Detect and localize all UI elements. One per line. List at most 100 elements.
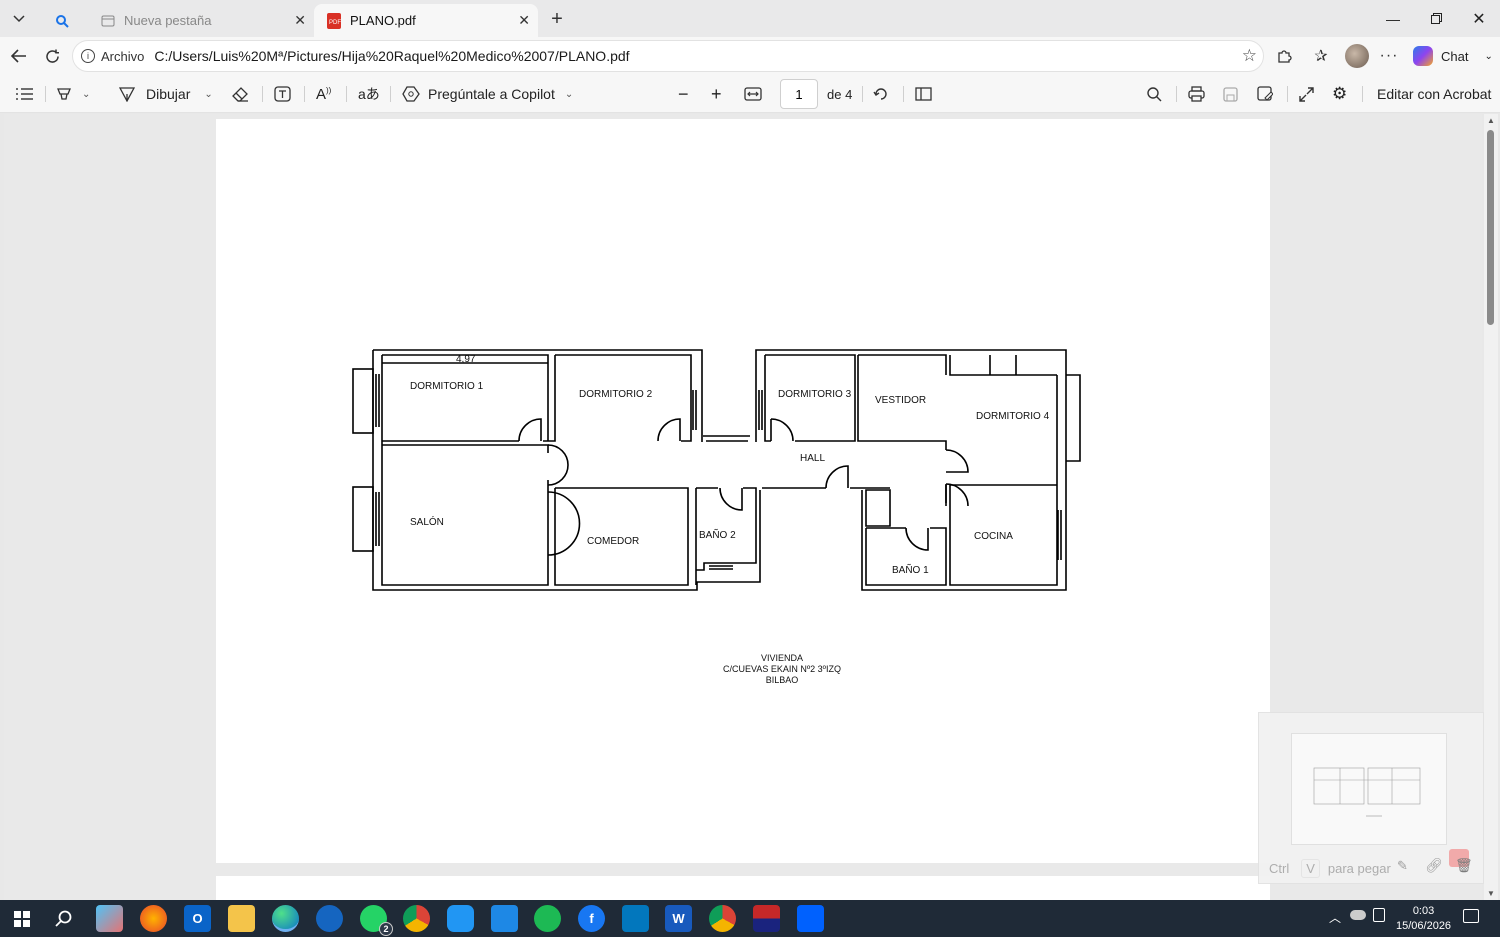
chevron-down-icon[interactable]: ⌄: [82, 89, 90, 100]
room-label: BAÑO 2: [699, 528, 736, 541]
rotate-button[interactable]: [873, 75, 889, 113]
tab-search[interactable]: [42, 4, 88, 37]
app-icon-blue-circle[interactable]: [316, 905, 343, 932]
extensions-button[interactable]: [1268, 37, 1300, 75]
date: 15/06/2026: [1396, 920, 1452, 932]
rotate-icon: [873, 88, 887, 100]
translate-button[interactable]: aあ: [358, 75, 380, 113]
expand-icon: [1299, 86, 1314, 102]
search-icon: [54, 13, 70, 29]
save-button[interactable]: [1223, 75, 1238, 113]
new-tab-button[interactable]: +: [544, 6, 570, 32]
taskbar: O 2 f W ︿ 0:03 15/06/2026: [0, 900, 1500, 937]
close-icon[interactable]: ✕: [518, 12, 530, 29]
save-as-button[interactable]: [1257, 75, 1273, 113]
time: 0:03: [1412, 905, 1435, 917]
tab-plano-pdf[interactable]: PDF PLANO.pdf ✕: [314, 4, 538, 37]
more-icon: ···: [1379, 47, 1399, 64]
info-icon[interactable]: i: [81, 49, 95, 63]
app-icon-store[interactable]: [491, 905, 518, 932]
add-text-button[interactable]: [274, 75, 291, 113]
fullscreen-button[interactable]: [1299, 75, 1314, 113]
door-swing: [547, 491, 581, 556]
taskbar-search-button[interactable]: [50, 905, 77, 932]
room-label: DORMITORIO 1: [410, 381, 484, 392]
read-aloud-button[interactable]: A)): [316, 75, 331, 113]
address-url[interactable]: C:/Users/Luis%20Mª/Pictures/Hija%20Raque…: [154, 48, 629, 64]
paste-hint: Ctrl V para pegar: [1269, 859, 1391, 878]
edit-acrobat-button[interactable]: Editar con Acrobat: [1377, 75, 1491, 113]
page-view-button[interactable]: [915, 75, 932, 113]
copilot-chat-button[interactable]: Chat ⌄: [1413, 45, 1493, 67]
chevron-down-icon[interactable]: ⌄: [204, 89, 212, 100]
room-label: DORMITORIO 3: [778, 389, 852, 400]
caption-line: C/CUEVAS EKAIN Nº2 3ºIZQ: [723, 664, 841, 674]
spotify-icon[interactable]: [534, 905, 561, 932]
zoom-out-button[interactable]: −: [678, 75, 689, 113]
minimize-button[interactable]: —: [1371, 0, 1415, 37]
scrollbar-thumb[interactable]: [1487, 130, 1494, 325]
close-window-button[interactable]: ✕: [1457, 0, 1500, 37]
fit-page-button[interactable]: [744, 75, 762, 113]
network-icon[interactable]: [1373, 908, 1385, 922]
link-icon[interactable]: 🔗︎: [1425, 857, 1443, 874]
highlight-button[interactable]: ⌄: [56, 75, 90, 113]
app-icon-cloud[interactable]: [447, 905, 474, 932]
zoom-in-button[interactable]: +: [711, 75, 722, 113]
trash-icon[interactable]: 🗑︎: [1455, 857, 1473, 874]
chrome-profile-icon[interactable]: [709, 905, 736, 932]
restore-button[interactable]: [1414, 0, 1458, 37]
contents-button[interactable]: [16, 75, 34, 113]
scroll-down-icon[interactable]: ▼: [1487, 889, 1495, 898]
new-tab-icon: [100, 13, 116, 29]
dropbox-icon[interactable]: [797, 905, 824, 932]
chat-label: Chat: [1441, 48, 1469, 64]
pen-icon[interactable]: ✎: [1397, 858, 1408, 874]
start-button[interactable]: [8, 905, 35, 932]
divider: [1362, 86, 1363, 102]
app-icon-calculator[interactable]: [622, 905, 649, 932]
chevron-up-icon[interactable]: ︿: [1329, 909, 1341, 926]
address-bar[interactable]: i Archivo C:/Users/Luis%20Mª/Pictures/Hi…: [72, 40, 1264, 72]
door-swing: [719, 487, 743, 511]
avatar[interactable]: [1345, 44, 1369, 68]
clipboard-preview[interactable]: [1291, 733, 1447, 845]
door-swing: [518, 418, 542, 442]
divider: [304, 86, 305, 102]
star-icon[interactable]: ☆: [1242, 46, 1257, 66]
settings-button[interactable]: ⚙: [1332, 75, 1347, 113]
draw-label: Dibujar: [146, 86, 191, 102]
tab-new-tab[interactable]: Nueva pestaña ✕: [88, 4, 314, 37]
more-menu-button[interactable]: ···: [1373, 37, 1405, 75]
favorites-icon: ✰: [1314, 48, 1328, 65]
word-icon[interactable]: W: [665, 905, 692, 932]
back-button[interactable]: [3, 37, 35, 75]
whatsapp-icon[interactable]: 2: [360, 905, 393, 936]
draw-button[interactable]: Dibujar ⌄: [119, 75, 213, 113]
favorites-button[interactable]: ✰: [1305, 37, 1337, 75]
refresh-button[interactable]: [36, 37, 68, 75]
notifications-icon[interactable]: [1463, 909, 1479, 923]
tab-list-menu-button[interactable]: [6, 6, 32, 32]
app-icon-flag[interactable]: [753, 905, 780, 932]
page-number-input[interactable]: 1: [780, 79, 818, 109]
outlook-icon[interactable]: O: [184, 905, 211, 932]
print-button[interactable]: [1188, 75, 1205, 113]
edge-icon[interactable]: [272, 905, 299, 932]
erase-button[interactable]: [232, 75, 249, 113]
balcony-left-bottom: [352, 486, 374, 552]
onedrive-icon[interactable]: [1350, 910, 1366, 920]
app-icon-photos[interactable]: [96, 905, 123, 932]
chrome-icon[interactable]: [403, 905, 430, 932]
page-total-label: de 4: [827, 86, 853, 102]
firefox-icon[interactable]: [140, 905, 167, 932]
facebook-icon[interactable]: f: [578, 905, 605, 932]
scroll-up-icon[interactable]: ▲: [1487, 116, 1495, 125]
close-icon[interactable]: ✕: [294, 12, 306, 29]
clipboard-paste-panel[interactable]: Ctrl V para pegar ✎ 🔗︎ 🗑︎: [1258, 712, 1484, 884]
divider: [862, 86, 863, 102]
find-button[interactable]: [1146, 75, 1162, 113]
file-explorer-icon[interactable]: [228, 905, 255, 932]
copilot-ask-button[interactable]: Pregúntale a Copilot ⌄: [402, 75, 573, 113]
clock[interactable]: 0:03 15/06/2026: [1396, 904, 1451, 934]
